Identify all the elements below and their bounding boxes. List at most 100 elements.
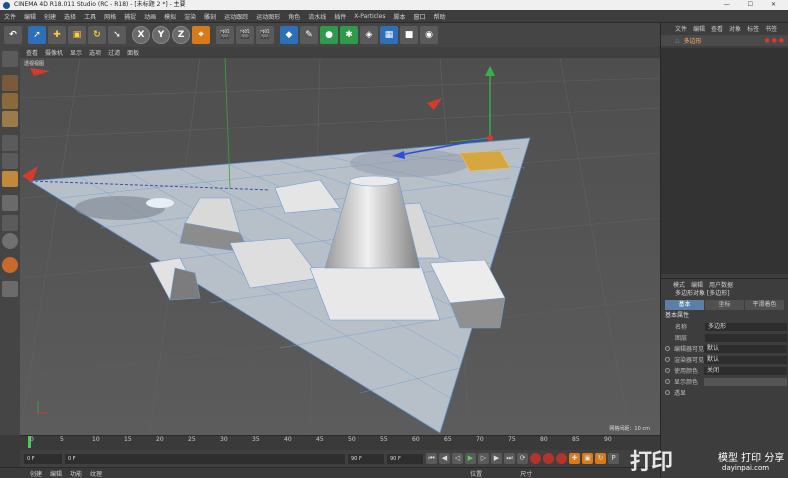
tag-icons[interactable]: ● ● ● bbox=[764, 37, 784, 44]
animate-dot-icon[interactable] bbox=[665, 379, 670, 384]
array-icon[interactable]: ✱ bbox=[340, 26, 358, 44]
menu-item[interactable]: 捕捉 bbox=[124, 12, 136, 21]
viewport-menu-item[interactable]: 摄像机 bbox=[45, 48, 63, 57]
subdivision-icon[interactable]: ● bbox=[320, 26, 338, 44]
viewport-menu-item[interactable]: 过滤 bbox=[108, 48, 120, 57]
object-list-area[interactable] bbox=[661, 48, 788, 274]
animate-dot-icon[interactable] bbox=[665, 357, 670, 362]
end-frame-field[interactable]: 90 F bbox=[348, 453, 384, 464]
tab-coord[interactable]: 坐标 bbox=[705, 300, 744, 310]
rotation-key-icon[interactable]: ↻ bbox=[595, 453, 606, 464]
menu-item[interactable]: 渲染 bbox=[184, 12, 196, 21]
autokey-icon[interactable] bbox=[543, 453, 554, 464]
record-icon[interactable] bbox=[530, 453, 541, 464]
param-key-icon[interactable]: P bbox=[608, 453, 619, 464]
polygons-mode-icon[interactable] bbox=[2, 171, 18, 187]
animate-dot-icon[interactable] bbox=[665, 390, 670, 395]
menu-item[interactable]: 模拟 bbox=[164, 12, 176, 21]
tab-basic[interactable]: 基本 bbox=[665, 300, 704, 310]
menu-item[interactable]: 流水线 bbox=[308, 12, 326, 21]
menu-item[interactable]: 文件 bbox=[4, 12, 16, 21]
render-view-icon[interactable]: 🎬 bbox=[216, 26, 234, 44]
scale-key-icon[interactable]: ▣ bbox=[582, 453, 593, 464]
magnet-icon[interactable] bbox=[2, 257, 18, 273]
menu-item[interactable]: 插件 bbox=[334, 12, 346, 21]
viewport-menu-item[interactable]: 选项 bbox=[89, 48, 101, 57]
om-menu-item[interactable]: 文件 bbox=[675, 24, 687, 33]
start-frame-field[interactable]: 0 F bbox=[65, 453, 345, 464]
om-menu-item[interactable]: 书签 bbox=[765, 24, 777, 33]
texture-mode-icon[interactable] bbox=[2, 93, 18, 109]
go-start-icon[interactable]: ⏮ bbox=[426, 453, 437, 464]
prev-key-icon[interactable]: ◀ bbox=[439, 453, 450, 464]
edges-mode-icon[interactable] bbox=[2, 153, 18, 169]
render-settings-icon[interactable]: 🎬 bbox=[256, 26, 274, 44]
menu-item[interactable]: 选择 bbox=[64, 12, 76, 21]
camera-icon[interactable]: ■ bbox=[400, 26, 418, 44]
axis-mode-icon[interactable] bbox=[2, 195, 18, 211]
play-icon[interactable]: ▶ bbox=[465, 453, 476, 464]
menu-item[interactable]: 运动跟踪 bbox=[224, 12, 248, 21]
render-picture-viewer-icon[interactable]: 🎬 bbox=[236, 26, 254, 44]
next-frame-icon[interactable]: ▷ bbox=[478, 453, 489, 464]
prop-value[interactable] bbox=[704, 389, 787, 397]
points-mode-icon[interactable] bbox=[2, 135, 18, 151]
loop-icon[interactable]: ⟳ bbox=[517, 453, 528, 464]
z-axis-button[interactable]: Z bbox=[172, 26, 190, 44]
soft-selection-icon[interactable] bbox=[2, 233, 18, 249]
scale-tool-icon[interactable]: ▣ bbox=[68, 26, 86, 44]
rotate-tool-icon[interactable]: ↻ bbox=[88, 26, 106, 44]
y-axis-button[interactable]: Y bbox=[152, 26, 170, 44]
animate-dot-icon[interactable] bbox=[665, 368, 670, 373]
menu-item[interactable]: 网格 bbox=[104, 12, 116, 21]
grid-icon[interactable] bbox=[2, 281, 18, 297]
prop-value[interactable]: 默认 bbox=[704, 355, 787, 364]
om-menu-item[interactable]: 查看 bbox=[711, 24, 723, 33]
next-key-icon[interactable]: ▶ bbox=[491, 453, 502, 464]
deformer-icon[interactable]: ◈ bbox=[360, 26, 378, 44]
menu-item[interactable]: 雕刻 bbox=[204, 12, 216, 21]
menu-item[interactable]: X-Particles bbox=[354, 13, 385, 20]
move-tool-icon[interactable]: ✚ bbox=[48, 26, 66, 44]
am-menu-item[interactable]: 模式 bbox=[673, 280, 685, 289]
viewport-menu-item[interactable]: 面板 bbox=[127, 48, 139, 57]
window-controls[interactable]: — ☐ ✕ bbox=[724, 0, 784, 10]
om-menu-item[interactable]: 对象 bbox=[729, 24, 741, 33]
am-menu-item[interactable]: 用户数据 bbox=[709, 280, 733, 289]
pen-tool-icon[interactable]: ✎ bbox=[300, 26, 318, 44]
timeline-ruler[interactable]: 0 5 10 15 20 25 30 35 40 45 50 55 60 65 … bbox=[20, 435, 660, 450]
go-end-icon[interactable]: ⏭ bbox=[504, 453, 515, 464]
menu-item[interactable]: 编辑 bbox=[24, 12, 36, 21]
current-frame-field[interactable]: 0 F bbox=[24, 453, 62, 464]
prop-value[interactable] bbox=[704, 377, 787, 386]
position-key-icon[interactable]: ✚ bbox=[569, 453, 580, 464]
viewport-menu-item[interactable]: 显示 bbox=[70, 48, 82, 57]
prop-value[interactable]: 默认 bbox=[704, 344, 787, 353]
viewport-menu-item[interactable]: 查看 bbox=[26, 48, 38, 57]
menu-item[interactable]: 窗口 bbox=[414, 12, 426, 21]
tab-phong[interactable]: 平滑着色 bbox=[745, 300, 784, 310]
preview-end-field[interactable]: 90 F bbox=[387, 453, 423, 464]
menu-item[interactable]: 动画 bbox=[144, 12, 156, 21]
coordinate-system-icon[interactable]: ⌖ bbox=[192, 26, 210, 44]
workplane-icon[interactable] bbox=[2, 111, 18, 127]
menu-item[interactable]: 帮助 bbox=[434, 12, 446, 21]
menu-item[interactable]: 创建 bbox=[44, 12, 56, 21]
bottom-menu-item[interactable]: 创建 bbox=[30, 469, 42, 478]
floor-icon[interactable]: ▦ bbox=[380, 26, 398, 44]
menu-item[interactable]: 角色 bbox=[288, 12, 300, 21]
perspective-viewport[interactable]: 透视视图 网格间距：10 cm bbox=[20, 58, 660, 435]
menu-item[interactable]: 工具 bbox=[84, 12, 96, 21]
snap-icon[interactable] bbox=[2, 215, 18, 231]
prop-value[interactable]: 关闭 bbox=[704, 366, 787, 375]
bottom-menu-item[interactable]: 纹理 bbox=[90, 469, 102, 478]
menu-item[interactable]: 脚本 bbox=[394, 12, 406, 21]
make-editable-icon[interactable] bbox=[2, 51, 18, 67]
undo-button[interactable]: ↶ bbox=[4, 26, 22, 44]
select-tool-icon[interactable]: ➚ bbox=[28, 26, 46, 44]
prop-value[interactable]: 多边形 bbox=[705, 322, 787, 331]
prop-value[interactable] bbox=[705, 333, 787, 342]
om-menu-item[interactable]: 编辑 bbox=[693, 24, 705, 33]
x-axis-button[interactable]: X bbox=[132, 26, 150, 44]
menu-item[interactable]: 运动图形 bbox=[256, 12, 280, 21]
